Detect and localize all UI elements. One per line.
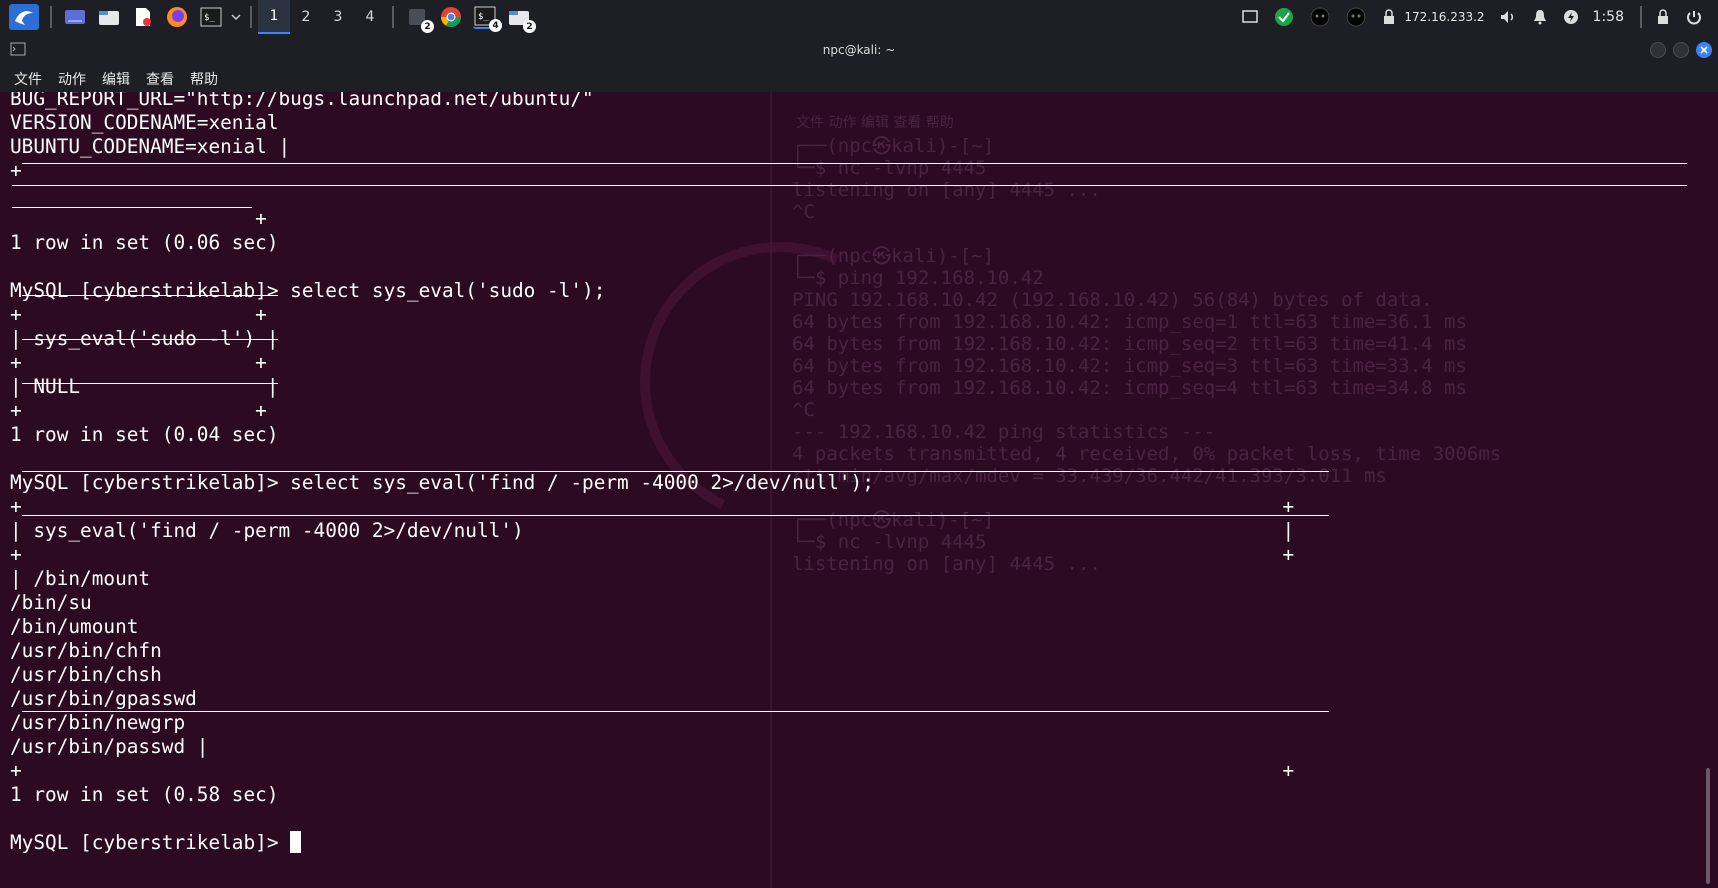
- workspace-3[interactable]: 3: [322, 0, 354, 34]
- taskbar-separator: [1640, 6, 1642, 28]
- window-group-icon[interactable]: 2: [405, 6, 434, 33]
- terminal-line: /usr/bin/passwd |: [10, 735, 209, 758]
- svg-text:$_: $_: [478, 12, 489, 22]
- table-rule: [12, 185, 1687, 186]
- terminal-line: /bin/umount: [10, 615, 139, 638]
- terminal-line: BUG_REPORT_URL="http://bugs.launchpad.ne…: [10, 92, 594, 110]
- system-tray: 172.16.233.2 1:58: [1234, 0, 1718, 34]
- svg-text:$_: $_: [204, 13, 215, 23]
- table-rule: [22, 471, 1329, 472]
- window-count-badge: 2: [523, 20, 536, 33]
- tray-app-icon[interactable]: [1346, 7, 1366, 27]
- terminal-line: + +: [10, 303, 267, 326]
- menu-help[interactable]: 帮助: [190, 69, 218, 89]
- menu-action[interactable]: 动作: [58, 69, 86, 89]
- logout-icon[interactable]: [1686, 9, 1702, 25]
- terminal-area[interactable]: 文件 动作 编辑 查看 帮助 ┌──(npc㉿kali)-[~] └─$ nc -…: [0, 92, 1718, 888]
- window-title: npc@kali: ~: [822, 43, 896, 57]
- terminal-line: + +: [10, 759, 1295, 782]
- menubar: 文件 动作 编辑 查看 帮助: [0, 66, 1718, 92]
- window-count-badge: 4: [489, 19, 502, 32]
- menu-file[interactable]: 文件: [14, 69, 42, 89]
- terminal-line: MySQL [cyberstrikelab]> select sys_eval(…: [10, 279, 606, 302]
- text-editor-icon[interactable]: [131, 6, 155, 28]
- terminal-scrollbar[interactable]: [1706, 768, 1710, 884]
- table-rule: [22, 383, 278, 384]
- terminal-line: 1 row in set (0.06 sec): [10, 231, 279, 254]
- table-rule: [22, 339, 278, 340]
- table-rule: [22, 515, 1329, 516]
- chevron-down-icon[interactable]: [230, 6, 242, 28]
- window-count-badge: 2: [421, 20, 434, 33]
- chrome-icon[interactable]: [439, 6, 463, 28]
- table-rule: [22, 163, 1687, 164]
- minimize-button[interactable]: [1650, 42, 1666, 58]
- network-lock-icon[interactable]: [1382, 9, 1396, 25]
- terminal-window-icon[interactable]: $_ 4: [473, 5, 502, 32]
- desktop-icon[interactable]: [63, 6, 87, 28]
- terminal-line: + +: [10, 351, 267, 374]
- table-rule: [22, 711, 1329, 712]
- terminal-line: /usr/bin/gpasswd: [10, 687, 197, 710]
- maximize-button[interactable]: [1673, 42, 1689, 58]
- clock[interactable]: 1:58: [1593, 9, 1624, 25]
- folder-window-icon[interactable]: 2: [507, 6, 536, 33]
- file-manager-icon[interactable]: [97, 6, 121, 28]
- workspace-2[interactable]: 2: [290, 0, 322, 34]
- menu-view[interactable]: 查看: [146, 69, 174, 89]
- app-tray-icon[interactable]: [1274, 7, 1294, 27]
- taskbar-launchers: $_ 1 2 3 4 2 $_ 4 2: [0, 0, 536, 34]
- terminal-launcher-icon[interactable]: $_: [199, 6, 223, 28]
- terminal-line: /usr/bin/chfn: [10, 639, 162, 662]
- screen-icon[interactable]: [1242, 10, 1259, 24]
- kali-menu-icon[interactable]: [9, 4, 39, 30]
- terminal-line: + +: [10, 543, 1295, 566]
- taskbar-separator: [250, 6, 252, 28]
- taskbar-separator: [50, 6, 52, 28]
- close-icon: [1700, 46, 1708, 54]
- terminal-line: | NULL |: [10, 375, 279, 398]
- window-controls: [1650, 42, 1712, 58]
- terminal-line: + +: [10, 399, 267, 422]
- taskbar-separator: [392, 6, 394, 28]
- terminal-line: | sys_eval('find / -perm -4000 2>/dev/nu…: [10, 519, 1295, 542]
- terminal-line: VERSION_CODENAME=xenial: [10, 111, 279, 134]
- terminal-line: MySQL [cyberstrikelab]> select sys_eval(…: [10, 471, 874, 494]
- window-titlebar[interactable]: npc@kali: ~: [0, 34, 1718, 66]
- terminal-line: +: [10, 207, 267, 230]
- terminal-line: MySQL [cyberstrikelab]>: [10, 831, 1700, 855]
- terminal-line: | /bin/mount: [10, 567, 151, 590]
- volume-icon[interactable]: [1499, 9, 1517, 25]
- workspace-4[interactable]: 4: [354, 0, 386, 34]
- notification-bell-icon[interactable]: [1533, 9, 1547, 25]
- firefox-icon[interactable]: [165, 6, 189, 28]
- terminal-cursor: [290, 831, 302, 853]
- close-button[interactable]: [1696, 42, 1712, 58]
- power-status-icon[interactable]: [1563, 9, 1579, 25]
- table-rule: [12, 207, 252, 208]
- terminal-line: 1 row in set (0.04 sec): [10, 423, 279, 446]
- terminal-line: 1 row in set (0.58 sec): [10, 783, 279, 806]
- terminal-output[interactable]: BUG_REPORT_URL="http://bugs.launchpad.ne…: [10, 92, 1700, 855]
- lock-screen-icon[interactable]: [1656, 9, 1670, 25]
- terminal-line: /usr/bin/newgrp: [10, 711, 186, 734]
- terminal-window-menu-icon[interactable]: [10, 42, 26, 59]
- ip-address: 172.16.233.2: [1404, 10, 1485, 24]
- table-rule: [22, 295, 278, 296]
- menu-edit[interactable]: 编辑: [102, 69, 130, 89]
- terminal-line: UBUNTU_CODENAME=xenial |: [10, 135, 291, 158]
- taskbar: $_ 1 2 3 4 2 $_ 4 2 172.16.233.2 1:58: [0, 0, 1718, 34]
- workspace-1[interactable]: 1: [258, 0, 290, 34]
- tray-app-icon[interactable]: [1310, 7, 1330, 27]
- terminal-line: /bin/su: [10, 591, 92, 614]
- terminal-line: /usr/bin/chsh: [10, 663, 162, 686]
